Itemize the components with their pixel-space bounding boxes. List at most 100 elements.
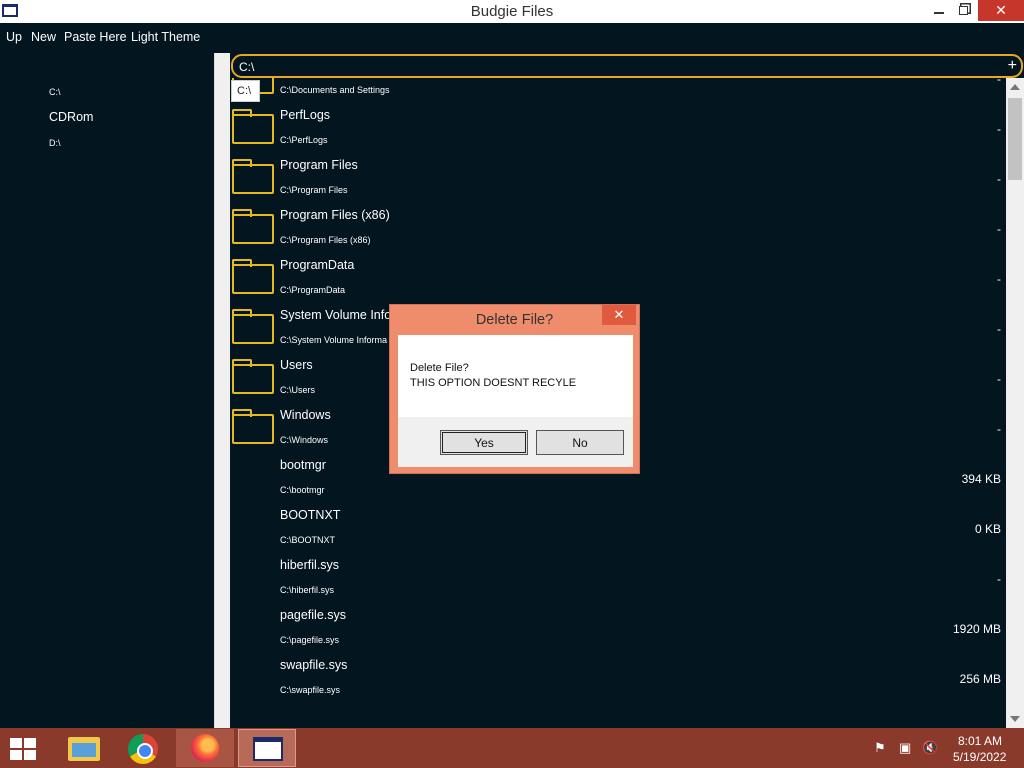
file-size: - — [997, 122, 1001, 136]
path-tooltip: C:\ — [231, 80, 260, 102]
menu-light-theme[interactable]: Light Theme — [131, 30, 200, 44]
clock-time[interactable]: 8:01 AM — [958, 734, 1002, 748]
file-name: Users — [280, 358, 313, 372]
scroll-down-icon[interactable] — [1010, 716, 1020, 722]
title-bar: Budgie Files ✕ — [0, 0, 1024, 23]
path-input[interactable] — [239, 59, 979, 75]
file-row[interactable]: swapfile.sys C:\swapfile.sys 256 MB — [230, 652, 1006, 702]
file-name: Program Files — [280, 158, 358, 172]
folder-icon — [232, 209, 274, 244]
file-name: Windows — [280, 408, 331, 422]
scroll-up-icon[interactable] — [1010, 84, 1020, 90]
file-row[interactable]: pagefile.sys C:\pagefile.sys 1920 MB — [230, 602, 1006, 652]
file-row[interactable]: BOOTNXT C:\BOOTNXT 0 KB — [230, 502, 1006, 552]
file-row[interactable]: C:\Documents and Settings - — [230, 78, 1006, 102]
taskbar-chrome[interactable] — [114, 729, 172, 767]
folder-icon — [232, 359, 274, 394]
dialog-close-button[interactable]: ✕ — [602, 305, 636, 325]
clock-date[interactable]: 5/19/2022 — [953, 750, 1006, 764]
menu-up[interactable]: Up — [6, 30, 22, 44]
dialog-footer: Yes No — [398, 417, 633, 467]
path-bar: + — [231, 54, 1023, 78]
file-size: - — [997, 222, 1001, 236]
file-path: C:\Program Files — [280, 185, 348, 195]
file-size: 0 KB — [974, 522, 1001, 536]
file-name: pagefile.sys — [280, 608, 347, 622]
file-row[interactable]: PerfLogs C:\PerfLogs - — [230, 102, 1006, 152]
file-path: C:\Users — [280, 385, 316, 395]
start-button[interactable] — [10, 738, 38, 760]
taskbar-firefox[interactable] — [176, 729, 234, 767]
file-path: C:\Program Files (x86) — [280, 235, 371, 245]
folder-icon — [232, 309, 274, 344]
window-title: Budgie Files — [470, 3, 554, 20]
menu-new[interactable]: New — [31, 30, 56, 44]
restore-button[interactable] — [948, 0, 978, 21]
sidebar: C:\ CDRom D:\ — [0, 53, 214, 728]
close-icon: ✕ — [613, 307, 625, 322]
file-path: C:\BOOTNXT — [280, 535, 336, 545]
taskbar: ⚑ ▣ 🔇 8:01 AM 5/19/2022 — [0, 728, 1024, 768]
file-path: C:\hiberfil.sys — [280, 585, 335, 595]
minimize-icon — [934, 12, 944, 14]
sidebar-drive-c[interactable]: C:\ — [49, 87, 61, 97]
file-name: swapfile.sys — [280, 658, 348, 672]
menu-paste-here[interactable]: Paste Here — [64, 30, 127, 44]
file-size: - — [997, 272, 1001, 286]
file-path: C:\Documents and Settings — [280, 85, 390, 95]
sidebar-drive-d[interactable]: D:\ — [49, 138, 61, 148]
windows-logo-icon — [10, 738, 22, 748]
dialog-body: Delete File? THIS OPTION DOESNT RECYLE — [398, 335, 633, 417]
file-size: - — [997, 322, 1001, 336]
file-row[interactable]: hiberfil.sys C:\hiberfil.sys - — [230, 552, 1006, 602]
file-path: C:\ProgramData — [280, 285, 346, 295]
file-size: 1920 MB — [952, 622, 1001, 636]
sidebar-scrollbar[interactable] — [214, 53, 230, 728]
sidebar-drive-cdrom[interactable]: CDRom — [49, 110, 93, 124]
file-path: C:\Windows — [280, 435, 329, 445]
menu-bar: Up New Paste Here Light Theme — [0, 23, 1024, 53]
file-path: C:\PerfLogs — [280, 135, 328, 145]
restore-icon — [958, 6, 968, 15]
delete-file-dialog: Delete File? ✕ Delete File? THIS OPTION … — [389, 304, 640, 474]
file-name: System Volume Infor — [280, 308, 396, 322]
file-size: - — [997, 78, 1001, 86]
file-row[interactable]: Program Files C:\Program Files - — [230, 152, 1006, 202]
file-size: - — [997, 422, 1001, 436]
file-row[interactable]: ProgramData C:\ProgramData - — [230, 252, 1006, 302]
file-row[interactable]: Program Files (x86) C:\Program Files (x86… — [230, 202, 1006, 252]
file-path: C:\pagefile.sys — [280, 635, 340, 645]
file-explorer-icon — [68, 737, 100, 761]
taskbar-budgie-files[interactable] — [238, 729, 296, 767]
yes-button[interactable]: Yes — [440, 430, 528, 455]
budgie-files-icon — [253, 737, 283, 761]
file-size: 394 KB — [961, 472, 1001, 486]
firefox-icon — [191, 734, 219, 762]
file-name: bootmgr — [280, 458, 326, 472]
action-center-flag-icon[interactable]: ⚑ — [874, 740, 890, 755]
taskbar-file-explorer[interactable] — [52, 729, 110, 767]
file-path: C:\System Volume Informa — [280, 335, 388, 345]
file-name: PerfLogs — [280, 108, 331, 122]
dialog-message-warning: THIS OPTION DOESNT RECYLE — [410, 377, 577, 389]
close-icon: ✕ — [995, 2, 1007, 18]
folder-icon — [232, 109, 274, 144]
file-name: hiberfil.sys — [280, 558, 340, 572]
file-size: 256 MB — [959, 672, 1001, 686]
close-button[interactable]: ✕ — [978, 0, 1024, 21]
file-name: ProgramData — [280, 258, 355, 272]
scroll-thumb[interactable] — [1008, 98, 1022, 180]
volume-muted-icon[interactable]: 🔇 — [922, 740, 938, 755]
folder-icon — [232, 159, 274, 194]
file-size: - — [997, 172, 1001, 186]
file-name: Program Files (x86) — [280, 208, 390, 222]
file-path: C:\bootmgr — [280, 485, 325, 495]
file-size: - — [997, 572, 1001, 586]
add-path-button[interactable]: + — [1008, 57, 1017, 75]
file-path: C:\swapfile.sys — [280, 685, 341, 695]
no-button[interactable]: No — [536, 430, 624, 455]
file-name: BOOTNXT — [280, 508, 341, 522]
network-icon[interactable]: ▣ — [899, 740, 915, 755]
file-size: - — [997, 372, 1001, 386]
file-list-scrollbar[interactable] — [1006, 78, 1024, 728]
